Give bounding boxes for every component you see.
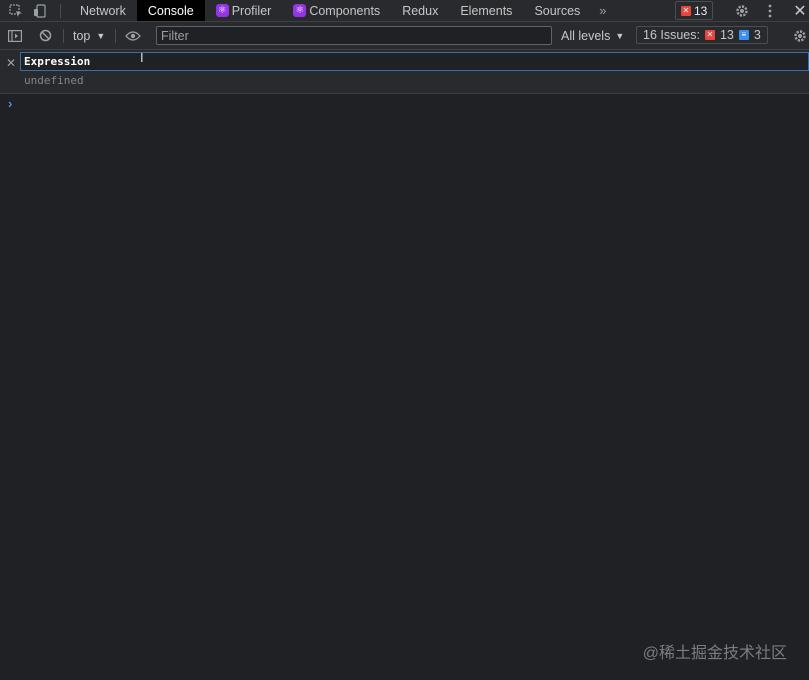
log-levels-label: All levels [561, 28, 611, 43]
tab-separator [60, 3, 61, 18]
tab-label: Sources [534, 3, 581, 18]
tab-console[interactable]: Console [136, 0, 205, 21]
tab-label: Elements [460, 3, 513, 18]
dropdown-arrow-icon: ▼ [615, 30, 625, 41]
react-icon: ⚛ [215, 4, 229, 17]
tab-label: Profiler [231, 3, 272, 18]
tab-list: Network Console ⚛ Profiler ⚛ Components Redux E… [69, 0, 591, 21]
console-toolbar: top ▼ Filter All levels ▼ 16 Issues: ✕ 1… [0, 22, 809, 50]
filter-input[interactable]: Filter [156, 26, 552, 45]
context-selector[interactable]: top ▼ [67, 29, 111, 43]
dropdown-arrow-icon: ▼ [96, 30, 106, 41]
tab-network[interactable]: Network [69, 0, 137, 21]
log-levels-dropdown[interactable]: All levels ▼ [561, 22, 624, 49]
toolbar-separator [115, 28, 117, 43]
tab-elements[interactable]: Elements [449, 0, 523, 21]
expression-result: undefined [24, 74, 84, 87]
sidebar-toggle-icon[interactable] [0, 25, 30, 46]
issues-label: 16 Issues: [643, 28, 700, 42]
tab-label: Components [309, 3, 381, 18]
error-flag-icon: ✕ [681, 5, 691, 16]
context-label: top [73, 28, 91, 43]
react-icon: ⚛ [293, 4, 307, 17]
close-devtools-icon[interactable]: ✕ [790, 0, 809, 21]
tab-redux[interactable]: Redux [391, 0, 449, 21]
tab-sources[interactable]: Sources [523, 0, 591, 21]
tab-label: Redux [402, 3, 439, 18]
tab-label: Console [147, 3, 194, 18]
error-count: 13 [694, 3, 708, 18]
text-cursor-icon: I [140, 50, 144, 65]
expression-text: Expression [24, 55, 91, 68]
filter-placeholder: Filter [161, 28, 189, 43]
live-expression-input[interactable]: Expression [20, 52, 809, 71]
tab-components[interactable]: ⚛ Components [282, 0, 391, 21]
settings-gear-icon[interactable] [730, 0, 754, 21]
error-count-badge[interactable]: ✕ 13 [675, 1, 714, 20]
console-settings-gear-icon[interactable] [790, 22, 809, 49]
issues-button[interactable]: 16 Issues: ✕ 13 ≡ 3 [636, 26, 768, 44]
remove-expression-icon[interactable]: ✕ [6, 56, 16, 70]
watermark: @稀土掘金技术社区 [642, 645, 787, 662]
live-expression-eye-icon[interactable] [120, 25, 146, 46]
more-options-icon[interactable] [760, 0, 780, 21]
inspect-element-icon[interactable] [4, 0, 28, 21]
error-flag-icon: ✕ [704, 30, 715, 40]
live-expression-row: ✕ Expression undefined [0, 50, 809, 94]
devtools-tab-bar: Network Console ⚛ Profiler ⚛ Components Redux E… [0, 0, 809, 22]
device-toolbar-icon[interactable] [28, 0, 52, 21]
clear-console-icon[interactable] [30, 25, 60, 46]
toolbar-separator [63, 28, 64, 43]
issues-info-count: 3 [753, 28, 761, 42]
console-prompt-chevron-icon[interactable]: › [8, 96, 12, 111]
more-tabs-icon[interactable]: » [591, 3, 614, 18]
info-flag-icon: ≡ [738, 30, 749, 40]
tab-profiler[interactable]: ⚛ Profiler [205, 0, 283, 21]
tab-label: Network [80, 3, 126, 18]
issues-error-count: 13 [719, 28, 734, 42]
